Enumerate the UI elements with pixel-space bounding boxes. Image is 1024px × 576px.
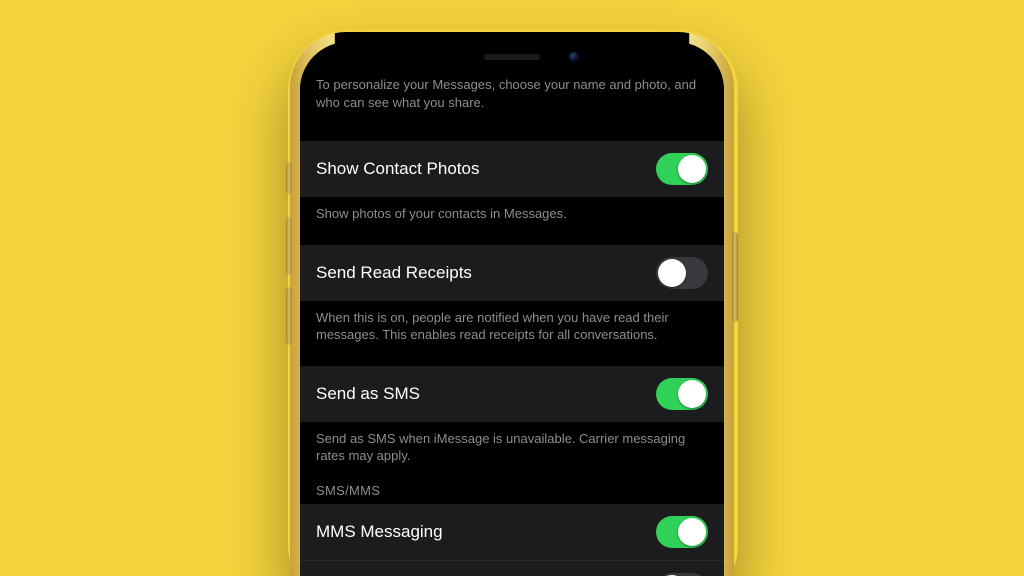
row-footer: When this is on, people are notified whe… (300, 301, 724, 344)
toggle-send-as-sms[interactable] (656, 378, 708, 410)
row-label: Send Read Receipts (316, 263, 472, 283)
row-mms-messaging[interactable]: MMS Messaging (300, 504, 724, 560)
row-footer: Show photos of your contacts in Messages… (300, 197, 724, 223)
settings-screen: To personalize your Messages, choose you… (300, 42, 724, 576)
phone-body: To personalize your Messages, choose you… (290, 32, 734, 576)
row-show-contact-photos[interactable]: Show Contact Photos (300, 141, 724, 197)
row-show-subject-field[interactable]: Show Subject Field (300, 560, 724, 576)
volume-up-button[interactable] (286, 217, 292, 275)
mute-switch[interactable] (286, 162, 292, 194)
side-power-button[interactable] (732, 232, 738, 322)
speaker-grille (484, 54, 540, 60)
volume-down-button[interactable] (286, 287, 292, 345)
front-camera (569, 52, 579, 62)
row-send-read-receipts[interactable]: Send Read Receipts (300, 245, 724, 301)
toggle-show-contact-photos[interactable] (656, 153, 708, 185)
phone-bezel: To personalize your Messages, choose you… (300, 42, 724, 576)
section-header-smsmms: SMS/MMS (300, 465, 724, 504)
row-send-as-sms[interactable]: Send as SMS (300, 366, 724, 422)
toggle-send-read-receipts[interactable] (656, 257, 708, 289)
row-label: MMS Messaging (316, 522, 443, 542)
row-label: Show Contact Photos (316, 159, 479, 179)
row-footer: Send as SMS when iMessage is unavailable… (300, 422, 724, 465)
toggle-mms-messaging[interactable] (656, 516, 708, 548)
row-label: Send as SMS (316, 384, 420, 404)
section-intro-text: To personalize your Messages, choose you… (300, 76, 724, 119)
notch (407, 42, 617, 72)
